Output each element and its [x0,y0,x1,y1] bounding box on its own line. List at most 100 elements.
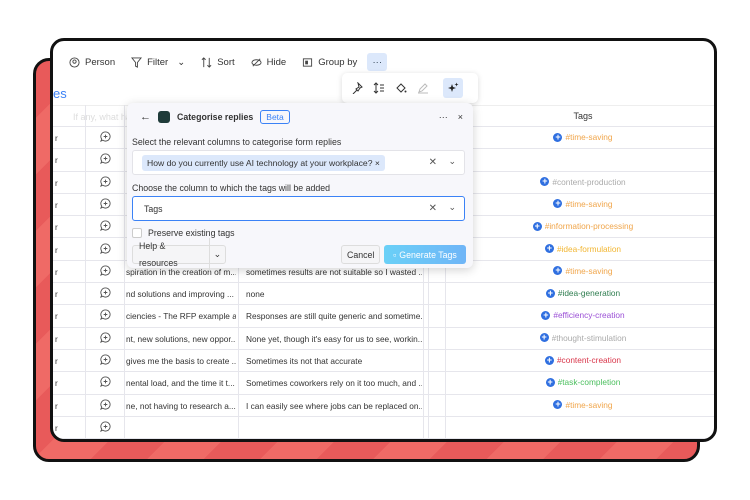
cell-name[interactable]: r [55,311,58,321]
add-comment-icon[interactable] [100,376,111,389]
close-icon[interactable]: × [458,112,463,122]
cell-concerns[interactable]: None yet, though it's easy for us to see… [246,334,422,344]
help-resources-button[interactable]: Help & resources ⌄ [132,237,226,272]
add-comment-icon[interactable] [100,220,111,233]
group-by-button[interactable]: Group by [296,54,363,71]
add-comment-icon[interactable] [100,421,111,434]
add-tag-icon[interactable]: + [541,310,551,320]
tag-cell[interactable]: + #information-processing [448,221,714,231]
add-comment-icon[interactable] [100,153,111,166]
add-comment-icon[interactable] [100,265,111,278]
cell-ai-usage[interactable]: ne, not having to research a... [126,401,236,411]
cell-concerns[interactable]: sometimes results are not suitable so I … [246,267,422,277]
columns-select[interactable]: How do you currently use AI technology a… [132,150,465,175]
cell-concerns[interactable]: Sometimes its not that accurate [246,356,422,366]
cell-ai-usage[interactable]: nd solutions and improving ... [126,289,236,299]
add-tag-icon[interactable]: + [545,288,555,298]
pin-icon[interactable] [351,82,363,94]
chevron-down-icon[interactable]: ⌄ [448,202,456,213]
cell-name[interactable]: r [55,245,58,255]
cell-name[interactable]: r [55,289,58,299]
more-options-icon[interactable]: ··· [439,112,448,122]
back-arrow-icon[interactable]: ← [140,111,151,123]
hide-button[interactable]: Hide [245,54,293,71]
cell-name[interactable]: r [55,200,58,210]
person-button[interactable]: Person [63,54,121,71]
filter-button[interactable]: Filter ⌄ [125,54,191,71]
add-comment-icon[interactable] [100,309,111,322]
cell-name[interactable]: r [55,423,58,433]
add-tag-icon[interactable]: + [540,177,550,187]
cell-name[interactable]: r [55,267,58,277]
chevron-down-icon[interactable]: ⌄ [177,57,185,68]
cell-concerns[interactable]: none [246,289,422,299]
tag-cell[interactable]: + #time-saving [448,132,714,142]
generate-tags-button[interactable]: ▫ Generate Tags [384,245,466,264]
generate-label: Generate Tags [399,249,457,260]
add-comment-icon[interactable] [100,242,111,256]
tag-cell[interactable]: + #time-saving [448,400,714,410]
cell-name[interactable]: r [55,133,58,143]
tag-cell[interactable]: + #content-creation [448,355,714,365]
add-tag-icon[interactable]: + [553,266,563,276]
tag-cell[interactable]: + #task-completion [448,377,714,387]
tag-cell[interactable]: + #thought-stimulation [448,333,714,343]
add-comment-icon[interactable] [100,287,111,300]
tag-cell[interactable]: + #idea-generation [448,288,714,298]
cell-name[interactable]: r [55,334,58,344]
sort-button[interactable]: Sort [195,54,240,71]
tag-label: #content-creation [556,355,622,365]
edit-icon[interactable] [417,82,429,94]
cell-name[interactable]: r [55,222,58,232]
add-tag-icon[interactable]: + [553,400,563,410]
add-comment-icon[interactable] [100,332,111,345]
row-height-icon[interactable] [373,82,385,94]
chevron-down-icon[interactable]: ⌄ [448,156,456,167]
add-tag-icon[interactable]: + [553,199,563,209]
add-tag-icon[interactable]: + [545,377,555,387]
cell-name[interactable]: r [55,155,58,165]
add-comment-icon[interactable] [100,198,111,211]
preserve-tags-checkbox[interactable]: Preserve existing tags [132,228,235,238]
column-actions-popover [342,73,478,103]
target-column-select[interactable]: Tags ✕ ⌄ [132,196,465,221]
cell-ai-usage[interactable]: nental load, and the time it t... [126,378,236,388]
ai-assistant-button[interactable] [443,78,463,98]
cell-ai-usage[interactable]: nt, new solutions, new oppor... [126,334,236,344]
add-comment-icon[interactable] [100,131,111,144]
add-tag-icon[interactable]: + [544,355,554,365]
add-tag-icon[interactable]: + [539,333,549,343]
tag-cell[interactable]: + #efficiency-creation [448,310,714,320]
column-divider [85,105,86,439]
clear-icon[interactable]: ✕ [429,203,437,214]
tag-cell[interactable]: + #time-saving [448,199,714,209]
cell-name[interactable]: r [55,178,58,188]
clear-icon[interactable]: ✕ [429,157,437,168]
cell-name[interactable]: r [55,401,58,411]
remove-chip-icon[interactable]: × [375,158,380,168]
add-tag-icon[interactable]: + [553,132,563,142]
tag-cell[interactable]: + #content-production [448,177,714,187]
add-tag-icon[interactable]: + [532,221,542,231]
cell-concerns[interactable]: Sometimes coworkers rely on it too much,… [246,378,422,388]
paint-bucket-icon[interactable] [395,82,407,94]
add-comment-icon[interactable] [100,399,111,412]
cancel-button[interactable]: Cancel [341,245,381,264]
cell-ai-usage[interactable]: gives me the basis to create ... [126,356,236,366]
cell-concerns[interactable]: Responses are still quite generic and so… [246,311,422,321]
tag-label: #time-saving [565,132,613,142]
cell-name[interactable]: r [55,356,58,366]
cell-name[interactable]: r [55,378,58,388]
cell-concerns[interactable]: I can easily see where jobs can be repla… [246,401,422,411]
tag-cell[interactable]: + #time-saving [448,266,714,276]
tags-column-header[interactable]: Tags [448,111,714,121]
checkbox-box[interactable] [132,228,142,238]
chevron-down-icon[interactable]: ⌄ [210,249,225,260]
add-tag-icon[interactable]: + [544,244,554,253]
add-comment-icon[interactable] [100,354,111,367]
add-comment-icon[interactable] [100,176,111,189]
tag-label: #idea-formulation [556,243,622,254]
more-button[interactable]: ··· [367,53,388,71]
tag-cell[interactable]: + #idea-formulation [448,243,714,254]
cell-ai-usage[interactable]: ciencies - The RFP example a... [126,311,236,321]
